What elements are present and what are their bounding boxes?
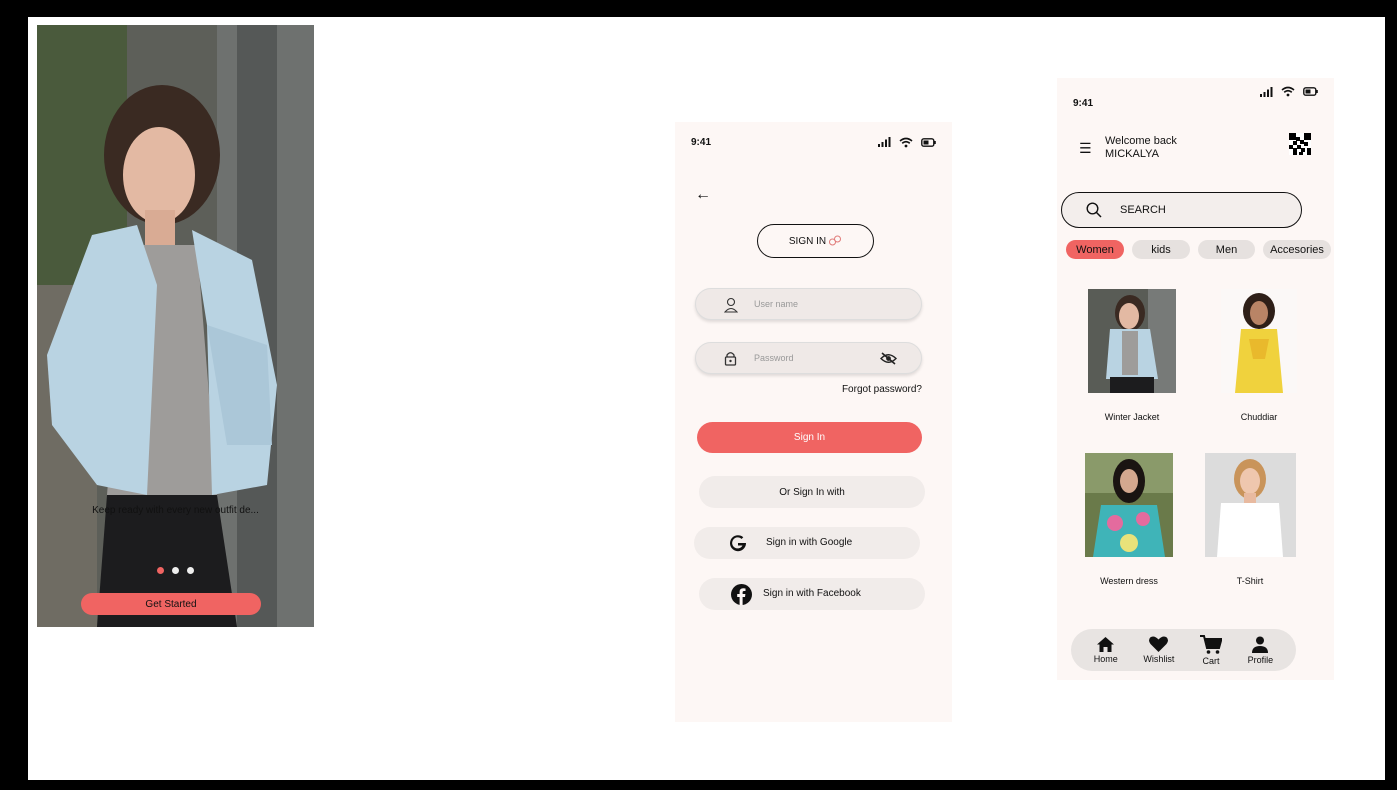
nav-label: Cart <box>1202 655 1220 666</box>
category-tab[interactable]: kids <box>1132 240 1190 259</box>
category-tab[interactable]: Accesories <box>1263 240 1331 259</box>
onboarding-tagline: Keep ready with every new outfit de... <box>92 505 259 516</box>
gender-symbol-icon <box>829 235 842 246</box>
product-image <box>1221 289 1297 393</box>
facebook-icon <box>731 584 752 605</box>
facebook-signin-label: Sign in with Facebook <box>763 588 861 599</box>
nav-cart[interactable]: Cart <box>1200 634 1223 666</box>
or-signin-label: Or Sign In with <box>699 476 925 508</box>
product-card[interactable]: T-Shirt <box>1200 453 1300 586</box>
get-started-button[interactable]: Get Started <box>81 593 261 615</box>
username-field[interactable]: User name <box>695 288 922 320</box>
person-icon <box>1252 636 1269 653</box>
signin-title-pill: SIGN IN <box>757 224 874 258</box>
welcome-line: Welcome back <box>1105 135 1177 147</box>
google-icon <box>730 535 747 552</box>
status-time: 9:41 <box>691 136 712 148</box>
password-placeholder: Password <box>754 353 794 363</box>
username-label: MICKALYA <box>1105 148 1159 160</box>
canvas: Keep ready with every new outfit de... G… <box>28 17 1385 780</box>
forgot-password-link[interactable]: Forgot password? <box>842 384 922 395</box>
pager-dot[interactable] <box>187 567 194 574</box>
nav-wishlist[interactable]: Wishlist <box>1143 636 1174 664</box>
wifi-icon <box>1281 86 1295 97</box>
username-placeholder: User name <box>754 299 799 309</box>
status-time: 9:41 <box>1073 98 1094 109</box>
product-name: T-Shirt <box>1236 576 1264 586</box>
search-icon <box>1086 202 1102 218</box>
nav-label: Profile <box>1247 654 1274 665</box>
user-icon <box>724 297 738 313</box>
signal-icon <box>878 137 891 147</box>
google-signin-button[interactable]: Sign in with Google <box>694 527 920 559</box>
product-name: Chuddiar <box>1240 412 1278 422</box>
nav-home[interactable]: Home <box>1093 636 1118 664</box>
pager-dot[interactable] <box>157 567 164 574</box>
heart-icon <box>1149 636 1169 652</box>
signal-icon <box>1260 86 1273 97</box>
google-signin-label: Sign in with Google <box>766 537 853 548</box>
status-bar: 9:41 <box>675 122 952 162</box>
product-card[interactable]: Winter Jacket <box>1082 289 1182 422</box>
qr-code-icon[interactable] <box>1289 133 1311 155</box>
product-name: Winter Jacket <box>1104 412 1160 422</box>
nav-label: Home <box>1093 653 1118 664</box>
nav-label: Wishlist <box>1143 654 1175 664</box>
signin-button[interactable]: Sign In <box>697 422 922 453</box>
onboarding-photo <box>37 25 314 627</box>
bottom-nav: Home Wishlist Cart Profile <box>1071 629 1296 671</box>
facebook-signin-button[interactable]: Sign in with Facebook <box>699 578 925 610</box>
search-placeholder: SEARCH <box>1120 204 1166 216</box>
wifi-icon <box>899 137 913 147</box>
status-bar: 9:41 <box>1057 78 1334 124</box>
eye-off-icon[interactable] <box>880 352 897 365</box>
pager-dot[interactable] <box>172 567 179 574</box>
signin-title: SIGN IN <box>788 235 827 247</box>
category-tabs: Women kids Men Accesories <box>1066 240 1331 259</box>
product-card[interactable]: Chuddiar <box>1209 289 1309 422</box>
cart-icon <box>1200 634 1223 654</box>
nav-profile[interactable]: Profile <box>1247 636 1274 665</box>
home-screen: 9:41 ☰ Welcome back MICKALYA SEARCH Wome… <box>1057 78 1334 680</box>
battery-icon <box>921 137 936 147</box>
home-icon <box>1097 636 1115 652</box>
product-image <box>1088 289 1176 393</box>
category-tab[interactable]: Men <box>1198 240 1255 259</box>
pager-dots <box>37 567 314 574</box>
signin-screen: 9:41 ← SIGN IN User name Password Forgot… <box>675 122 952 722</box>
category-tab[interactable]: Women <box>1066 240 1124 259</box>
onboarding-screen: Keep ready with every new outfit de... G… <box>37 25 314 627</box>
password-field[interactable]: Password <box>695 342 922 374</box>
back-arrow-icon[interactable]: ← <box>695 186 711 204</box>
product-image <box>1204 453 1296 557</box>
battery-icon <box>1303 87 1318 96</box>
welcome-text: Welcome back MICKALYA <box>1105 135 1177 161</box>
product-image <box>1085 453 1173 557</box>
lock-icon <box>724 352 737 366</box>
search-input[interactable]: SEARCH <box>1061 192 1302 228</box>
product-name: Western dress <box>1100 576 1158 586</box>
hamburger-menu-icon[interactable]: ☰ <box>1079 140 1092 157</box>
product-card[interactable]: Western dress <box>1079 453 1179 586</box>
